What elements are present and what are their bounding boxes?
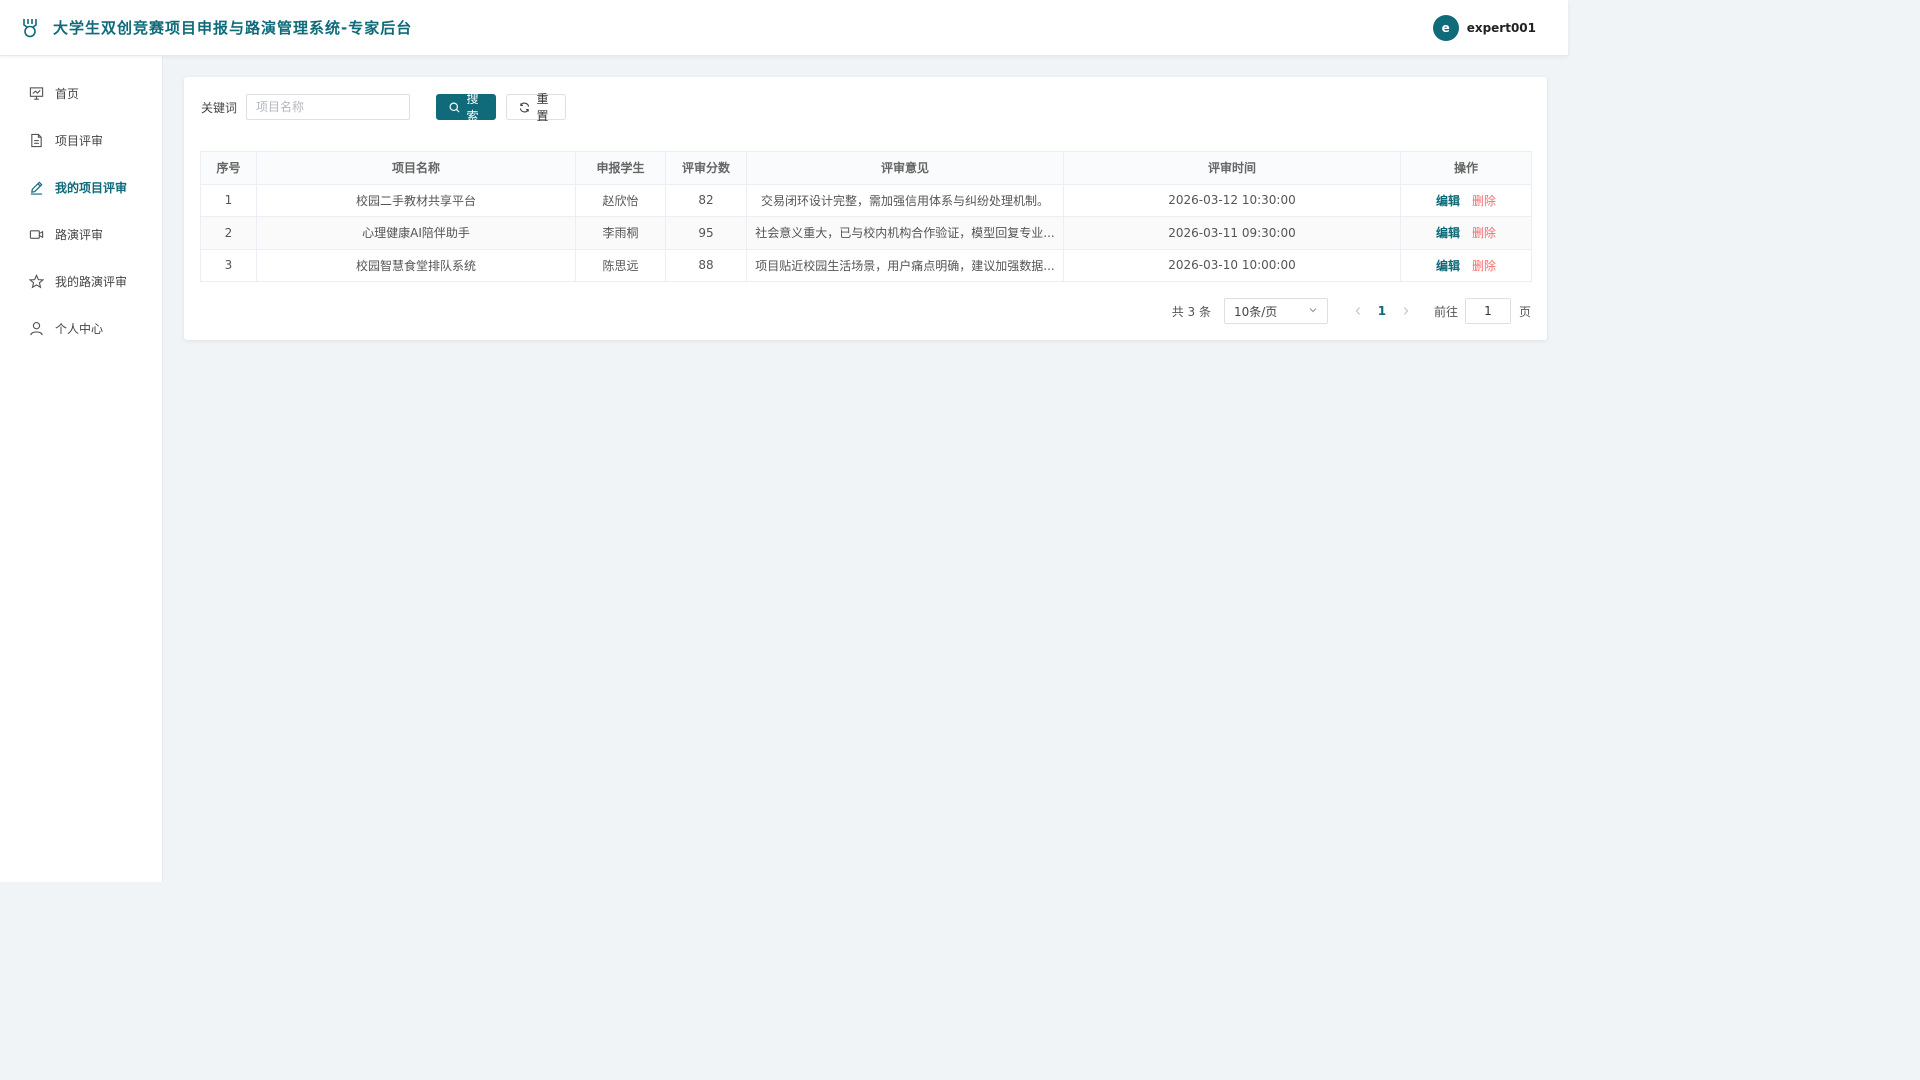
cell-comment: 社会意义重大，已与校内机构合作验证，模型回复专业... — [746, 216, 1064, 250]
chevron-down-icon — [1308, 304, 1318, 318]
username[interactable]: expert001 — [1467, 21, 1536, 35]
table-row: 1 校园二手教材共享平台 赵欣怡 82 交易闭环设计完整，需加强信用体系与纠纷处… — [200, 183, 1532, 217]
goto-page-input[interactable] — [1464, 298, 1511, 324]
column-header-review-time: 评审时间 — [1063, 151, 1401, 185]
cell-actions: 编辑 删除 — [1400, 216, 1532, 250]
cell-comment: 交易闭环设计完整，需加强信用体系与纠纷处理机制。 — [746, 183, 1064, 217]
sidebar-item-personal-center[interactable]: 个人中心 — [0, 305, 162, 352]
app-title: 大学生双创竞赛项目申报与路演管理系统-专家后台 — [53, 19, 413, 37]
sidebar-item-home[interactable]: 首页 — [0, 70, 162, 117]
cell-student: 赵欣怡 — [575, 183, 666, 217]
cell-score: 95 — [665, 216, 747, 250]
column-header-project-name: 项目名称 — [256, 151, 576, 185]
pen-icon — [28, 180, 44, 196]
edit-button[interactable]: 编辑 — [1436, 226, 1460, 240]
main-card: 关键词 搜索 重置 序号 项目名称 申报学生 评审分数 评审意见 — [184, 77, 1547, 340]
search-button-label: 搜索 — [466, 92, 479, 123]
pagination: 共 3 条 10条/页 1 前往 页 — [1172, 298, 1531, 324]
cell-score: 88 — [665, 248, 747, 282]
goto-unit: 页 — [1518, 304, 1531, 319]
column-header-index: 序号 — [200, 151, 257, 185]
chevron-left-icon — [1355, 307, 1360, 315]
cell-review-time: 2026-03-12 10:30:00 — [1063, 183, 1401, 217]
sidebar-item-label: 我的路演评审 — [55, 275, 128, 289]
table-row: 2 心理健康AI陪伴助手 李雨桐 95 社会意义重大，已与校内机构合作验证，模型… — [200, 216, 1532, 250]
cell-project-name: 校园二手教材共享平台 — [256, 183, 576, 217]
sidebar-item-label: 首页 — [55, 87, 80, 101]
sidebar-item-project-review[interactable]: 项目评审 — [0, 117, 162, 164]
total-count: 共 3 条 — [1171, 304, 1211, 319]
table-row: 3 校园智慧食堂排队系统 陈思远 88 项目贴近校园生活场景，用户痛点明确，建议… — [200, 248, 1532, 282]
presentation-board-icon — [28, 86, 44, 102]
reset-button[interactable]: 重置 — [506, 92, 567, 123]
cell-actions: 编辑 删除 — [1400, 248, 1532, 282]
cell-actions: 编辑 删除 — [1400, 183, 1532, 217]
delete-button[interactable]: 删除 — [1472, 259, 1496, 273]
document-icon — [28, 133, 44, 149]
cell-review-time: 2026-03-11 09:30:00 — [1063, 216, 1401, 250]
medal-icon — [22, 18, 40, 38]
sidebar-item-label: 项目评审 — [55, 134, 104, 148]
search-button[interactable]: 搜索 — [436, 92, 497, 123]
delete-button[interactable]: 删除 — [1472, 226, 1496, 240]
edit-button[interactable]: 编辑 — [1436, 259, 1460, 273]
chevron-right-icon — [1404, 307, 1409, 315]
sidebar-item-my-project-review[interactable]: 我的项目评审 — [0, 164, 162, 211]
video-camera-icon — [28, 227, 44, 243]
user-icon — [28, 321, 44, 337]
column-header-comment: 评审意见 — [746, 151, 1064, 185]
sidebar: 首页 项目评审 我的项目评审 路演评审 我的路演评审 个人中心 — [0, 56, 163, 882]
refresh-icon — [519, 102, 530, 113]
review-table: 序号 项目名称 申报学生 评审分数 评审意见 评审时间 操作 1 校园二手教材共… — [200, 151, 1532, 282]
keyword-input[interactable] — [246, 94, 411, 120]
star-icon — [28, 274, 44, 290]
sidebar-item-roadshow-review[interactable]: 路演评审 — [0, 211, 162, 258]
reset-button-label: 重置 — [536, 92, 549, 123]
column-header-score: 评审分数 — [665, 151, 747, 185]
cell-project-name: 校园智慧食堂排队系统 — [256, 248, 576, 282]
cell-index: 3 — [200, 248, 257, 282]
page-size-select[interactable]: 10条/页 — [1223, 298, 1328, 324]
top-header: 大学生双创竞赛项目申报与路演管理系统-专家后台 e expert001 — [0, 0, 1568, 56]
cell-index: 1 — [200, 183, 257, 217]
sidebar-item-label: 我的项目评审 — [55, 181, 128, 195]
user-menu[interactable]: e expert001 — [1432, 15, 1536, 41]
cell-project-name: 心理健康AI陪伴助手 — [256, 216, 576, 250]
delete-button[interactable]: 删除 — [1472, 194, 1496, 208]
cell-review-time: 2026-03-10 10:00:00 — [1063, 248, 1401, 282]
cell-comment: 项目贴近校园生活场景，用户痛点明确，建议加强数据... — [746, 248, 1064, 282]
sidebar-item-label: 路演评审 — [55, 228, 104, 242]
sidebar-item-label: 个人中心 — [55, 322, 104, 336]
page-size-value: 10条/页 — [1233, 304, 1278, 319]
next-page-button[interactable] — [1396, 306, 1416, 316]
cell-index: 2 — [200, 216, 257, 250]
prev-page-button[interactable] — [1348, 306, 1368, 316]
search-icon — [449, 102, 460, 113]
keyword-label: 关键词 — [201, 100, 238, 115]
sidebar-item-my-roadshow-review[interactable]: 我的路演评审 — [0, 258, 162, 305]
edit-button[interactable]: 编辑 — [1436, 194, 1460, 208]
avatar[interactable]: e — [1432, 15, 1459, 41]
page-number[interactable]: 1 — [1368, 304, 1396, 318]
cell-student: 李雨桐 — [575, 216, 666, 250]
table-header-row: 序号 项目名称 申报学生 评审分数 评审意见 评审时间 操作 — [200, 151, 1532, 185]
filter-bar: 关键词 搜索 重置 — [201, 92, 567, 123]
cell-student: 陈思远 — [575, 248, 666, 282]
column-header-actions: 操作 — [1400, 151, 1532, 185]
cell-score: 82 — [665, 183, 747, 217]
goto-label: 前往 — [1433, 304, 1458, 319]
column-header-student: 申报学生 — [575, 151, 666, 185]
